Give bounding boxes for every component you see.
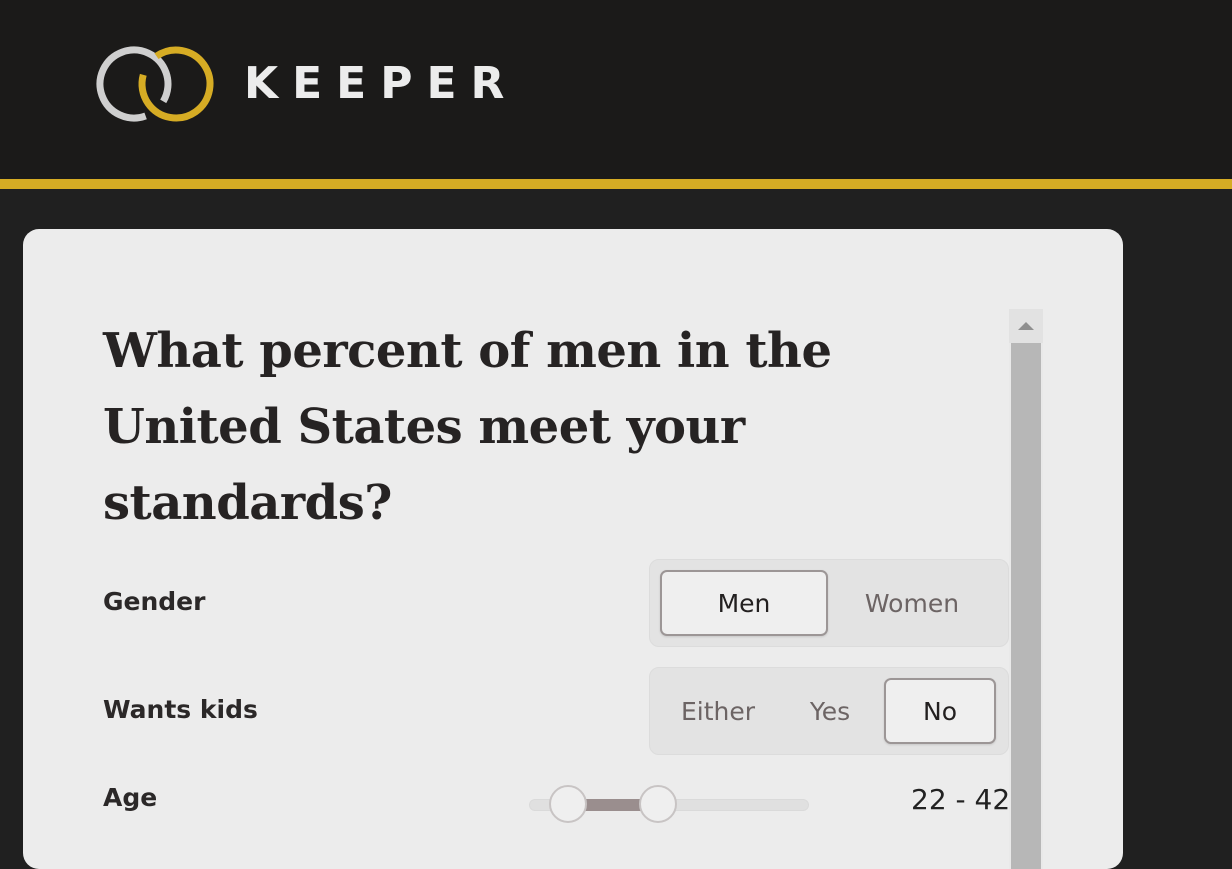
age-label: Age — [103, 783, 158, 812]
brand-logo[interactable]: KEEPER — [96, 42, 518, 126]
wants-kids-toggle: Either Yes No — [649, 667, 1009, 755]
gender-option-women[interactable]: Women — [828, 570, 996, 636]
age-max-handle[interactable] — [638, 785, 677, 823]
age-min-handle[interactable] — [549, 785, 588, 823]
question-title: What percent of men in the United States… — [103, 323, 832, 531]
age-range-value: 22 - 42 — [911, 783, 1011, 816]
gender-toggle: Men Women — [649, 559, 1009, 647]
triangle-up-icon — [1018, 322, 1034, 330]
wants-kids-option-yes[interactable]: Yes — [776, 678, 884, 744]
gender-label: Gender — [103, 587, 206, 616]
scrollbar-thumb[interactable] — [1011, 343, 1041, 869]
scroll-up-button[interactable] — [1009, 309, 1043, 343]
quiz-card: What percent of men in the United States… — [23, 229, 1123, 869]
wants-kids-option-either[interactable]: Either — [660, 678, 776, 744]
vertical-scrollbar[interactable] — [1009, 309, 1043, 869]
gender-option-men[interactable]: Men — [660, 570, 828, 636]
age-range-slider[interactable] — [529, 785, 809, 823]
wants-kids-label: Wants kids — [103, 695, 258, 724]
wants-kids-option-no[interactable]: No — [884, 678, 996, 744]
site-header: KEEPER — [0, 0, 1232, 179]
brand-name: KEEPER — [244, 58, 519, 109]
interlocked-rings-icon — [96, 46, 214, 122]
header-accent-bar — [0, 179, 1232, 189]
